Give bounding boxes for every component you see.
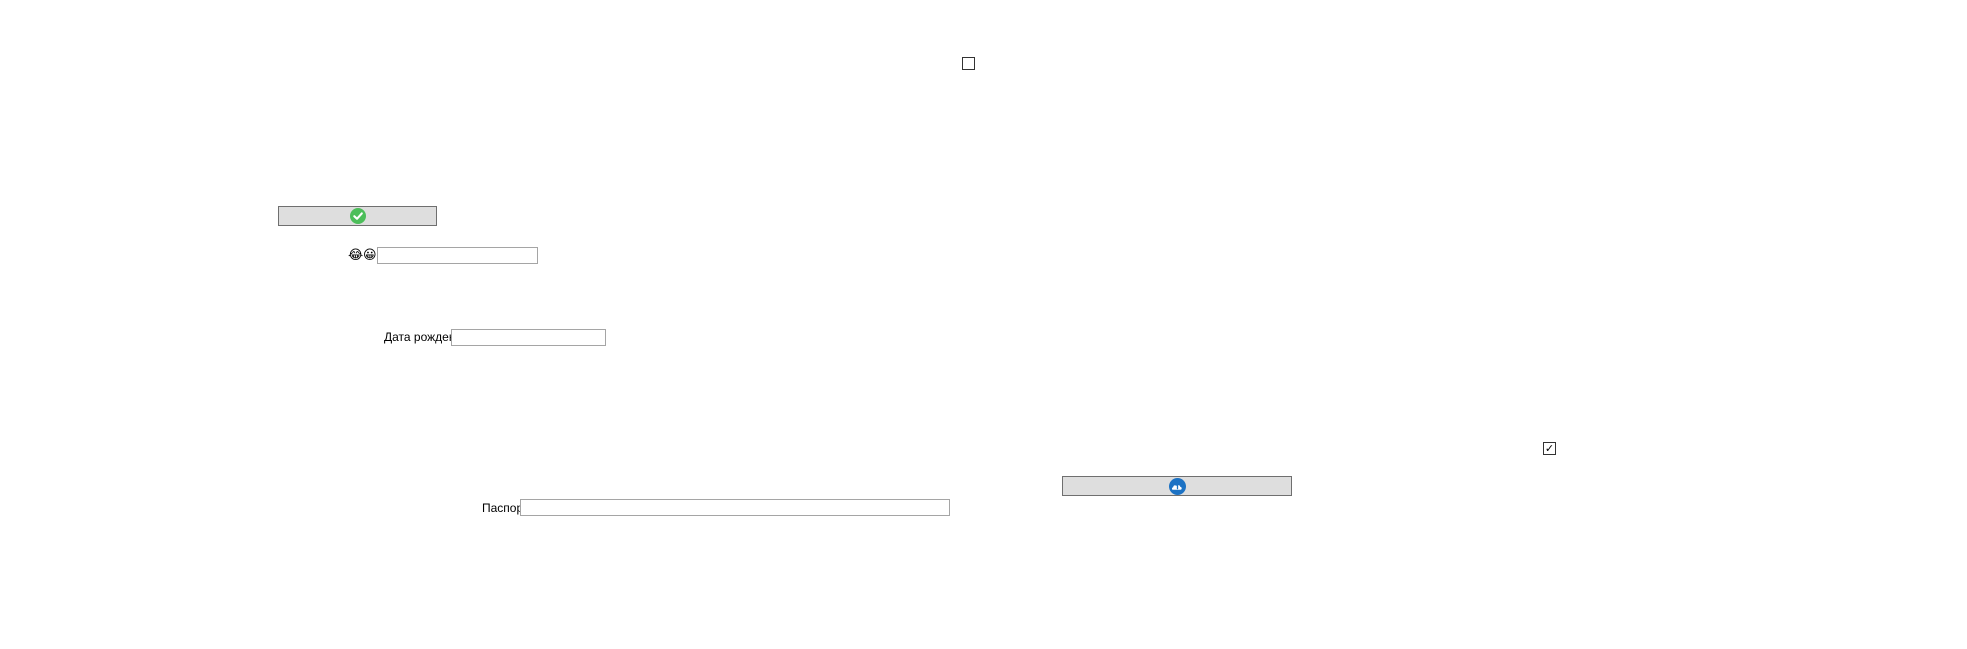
bottom-checkbox[interactable]: ✓: [1543, 442, 1556, 455]
laughing-face-icon: 😂: [348, 248, 364, 263]
check-circle-icon: [349, 208, 366, 224]
checkmark-icon: ✓: [1544, 442, 1555, 455]
top-checkbox[interactable]: [962, 57, 975, 70]
emoji-text-input[interactable]: [377, 247, 538, 264]
cloud-upload-icon: [1168, 477, 1186, 495]
confirm-button[interactable]: [278, 206, 437, 226]
smiling-face-icon: 😀: [363, 248, 377, 263]
birthdate-input[interactable]: [451, 329, 606, 346]
passport-input[interactable]: [520, 499, 950, 516]
cloud-upload-button[interactable]: [1062, 476, 1292, 496]
